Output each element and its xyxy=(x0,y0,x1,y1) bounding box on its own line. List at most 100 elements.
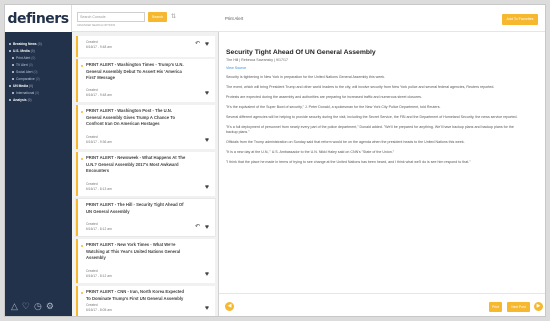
nav-item-label: Breaking News xyxy=(13,42,37,46)
unread-dot xyxy=(81,65,83,67)
nav-item-label: International xyxy=(16,91,35,95)
nav-item-analysis[interactable]: Analysis(0) xyxy=(5,97,72,104)
logo[interactable]: definers xyxy=(5,5,72,32)
nav-item-count: (0) xyxy=(29,84,34,88)
item-date: 6/16/17 - 9:48 am xyxy=(86,45,112,49)
list-item[interactable]: PRINT ALERT - Washington Post - The U.N.… xyxy=(76,105,215,149)
nav-item-label: Analysis xyxy=(13,98,27,102)
nav-item-label: Comparative xyxy=(16,77,35,81)
nav-item-count: (0) xyxy=(28,63,33,67)
article-paragraph: Protests are expected during the assembl… xyxy=(226,95,422,99)
add-to-favorites-button[interactable]: Add To Favorites xyxy=(502,14,538,25)
advanced-search-link[interactable]: ADVANCED SEARCH OPTIONS xyxy=(77,24,115,27)
heart-icon[interactable]: ♡ xyxy=(22,302,30,311)
nav-item-count: (0) xyxy=(30,49,35,53)
settings-icon[interactable]: ⚙ xyxy=(46,302,54,311)
article-byline: The Hill | Rebecca Savransky | 9/17/17 xyxy=(226,58,288,62)
article-paragraph: Officials from the Trump administration … xyxy=(226,140,465,144)
search-input[interactable]: Search Console xyxy=(77,12,145,22)
search-button[interactable]: Search xyxy=(148,12,167,22)
nav-item-label: Print Alert xyxy=(16,56,31,60)
share-icon[interactable]: ↶ xyxy=(195,224,200,231)
view-source-link[interactable]: View Source xyxy=(226,66,526,70)
heart-icon[interactable]: ♥ xyxy=(205,90,209,97)
logo-text: definers xyxy=(7,10,69,27)
nav-item-un-media[interactable]: UN Media(0) xyxy=(5,83,72,90)
warning-icon[interactable]: △ xyxy=(11,302,18,311)
article-paragraph: "It's the equivalent of the Super Bowl o… xyxy=(226,105,441,109)
nav-list: Breaking News(0) U.S. Media(0) Print Ale… xyxy=(5,41,72,104)
item-title: PRINT ALERT - New York Times - What We'r… xyxy=(86,242,181,261)
article-paragraph: "It is a new day at the U.N.," U.S. Amba… xyxy=(226,150,394,154)
next-post-button[interactable]: Next Post xyxy=(507,302,530,312)
article-body: Security Tight Ahead Of UN General Assem… xyxy=(226,49,526,165)
item-title: PRINT ALERT - Washington Times - Trump's… xyxy=(86,62,184,81)
article-paragraph: "I think that the place he made in terms… xyxy=(226,160,471,164)
nav-item-count: (0) xyxy=(31,56,36,60)
search-bar: Search Console Search ⇅ ADVANCED SEARCH … xyxy=(72,5,219,32)
print-button[interactable]: Print xyxy=(489,302,502,312)
created-label: Created xyxy=(86,269,98,273)
heart-icon[interactable]: ♥ xyxy=(205,41,209,48)
unread-dot xyxy=(81,245,83,247)
nav-item-count: (0) xyxy=(33,70,38,74)
item-date: 6/16/17 - 9:48 am xyxy=(86,93,112,97)
nav-item-count: (0) xyxy=(35,91,40,95)
heart-icon[interactable]: ♥ xyxy=(205,137,209,144)
share-icon[interactable]: ↶ xyxy=(195,41,200,48)
bullet-icon xyxy=(9,43,11,46)
bullet-icon xyxy=(12,71,14,74)
list-item[interactable]: PRINT ALERT - New York Times - What We'r… xyxy=(76,239,215,283)
bullet-icon xyxy=(12,92,14,95)
article-panel: Print Alert Add To Favorites Security Ti… xyxy=(219,5,545,316)
heart-icon[interactable]: ♥ xyxy=(205,271,209,278)
nav-item-tv-alert[interactable]: TV Alert(0) xyxy=(5,62,72,69)
article-footer: ◀ Print Next Post ▶ xyxy=(219,293,545,316)
heart-icon[interactable]: ♥ xyxy=(205,224,209,231)
nav-bottom-icons: △ ♡ ◷ ⚙ xyxy=(11,302,54,311)
bullet-icon xyxy=(9,50,11,53)
nav-item-social-alert[interactable]: Social Alert(0) xyxy=(5,69,72,76)
article-title: Security Tight Ahead Of UN General Assem… xyxy=(226,49,376,56)
nav-item-count: (0) xyxy=(37,42,42,46)
previous-arrow-button[interactable]: ◀ xyxy=(225,302,234,311)
bullet-icon xyxy=(12,78,14,81)
list-item[interactable]: PRINT ALERT - CNN - Iran, North Korea Ex… xyxy=(76,286,215,316)
article-paragraph: Security is tightening in New York in pr… xyxy=(226,75,386,79)
nav-item-international[interactable]: International(0) xyxy=(5,90,72,97)
nav-item-breaking-news[interactable]: Breaking News(0) xyxy=(5,41,72,48)
bullet-icon xyxy=(9,85,11,88)
item-title: PRINT ALERT - CNN - Iran, North Korea Ex… xyxy=(86,289,185,301)
heart-icon[interactable]: ♥ xyxy=(205,184,209,191)
list-item[interactable]: PRINT ALERT - Newsweek - What Happens At… xyxy=(76,152,215,196)
list-item[interactable]: PRINT ALERT - Washington Times - Trump's… xyxy=(76,59,215,102)
app-frame: definers Breaking News(0) U.S. Media(0) … xyxy=(4,4,546,317)
created-label: Created xyxy=(86,40,98,44)
created-label: Created xyxy=(86,303,98,307)
article-paragraph: Several different agencies will be helpi… xyxy=(226,115,518,119)
item-title: PRINT ALERT - Washington Post - The U.N.… xyxy=(86,108,176,127)
alert-list-panel: Search Console Search ⇅ ADVANCED SEARCH … xyxy=(72,5,219,316)
nav-item-label: UN Media xyxy=(13,84,29,88)
created-label: Created xyxy=(86,182,98,186)
next-arrow-button[interactable]: ▶ xyxy=(534,302,543,311)
item-title: PRINT ALERT - Newsweek - What Happens At… xyxy=(86,155,186,174)
list-item-selected[interactable]: PRINT ALERT - The Hill - Security Tight … xyxy=(76,199,215,236)
created-label: Created xyxy=(86,88,98,92)
nav-item-count: (0) xyxy=(27,98,32,102)
item-date: 6/16/17 - 9:36 am xyxy=(86,140,112,144)
nav-item-us-media[interactable]: U.S. Media(0) xyxy=(5,48,72,55)
sort-icon[interactable]: ⇅ xyxy=(171,13,176,20)
clock-icon[interactable]: ◷ xyxy=(34,302,42,311)
heart-icon[interactable]: ♥ xyxy=(205,305,209,312)
nav-item-label: U.S. Media xyxy=(13,49,30,53)
section-title: Print Alert xyxy=(225,16,244,21)
sidebar-nav: definers Breaking News(0) U.S. Media(0) … xyxy=(5,5,72,316)
bullet-icon xyxy=(9,99,11,102)
nav-item-count: (0) xyxy=(35,77,40,81)
list-item[interactable]: Created 6/16/17 - 9:48 am ↶ ♥ xyxy=(76,36,215,57)
nav-item-print-alert[interactable]: Print Alert(0) xyxy=(5,55,72,62)
nav-item-comparative[interactable]: Comparative(0) xyxy=(5,76,72,83)
bullet-icon xyxy=(12,64,14,67)
unread-dot xyxy=(81,158,83,160)
